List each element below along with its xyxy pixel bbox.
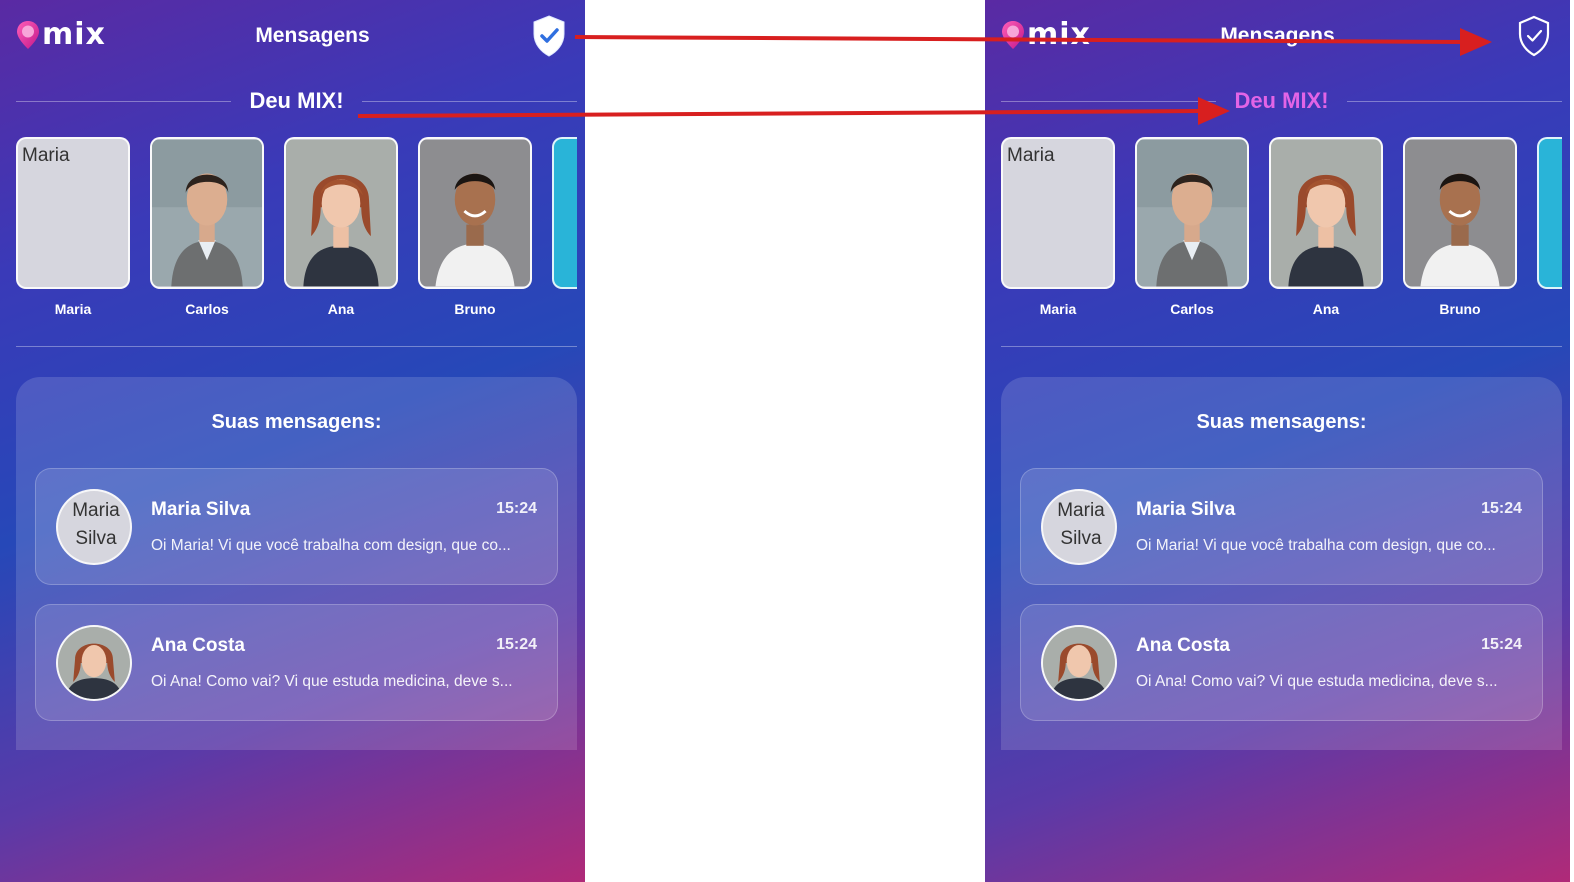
matches-heading: Deu MIX! bbox=[249, 88, 344, 113]
match-name: Bruno bbox=[1439, 301, 1481, 317]
divider bbox=[16, 100, 232, 102]
match-card[interactable]: Ana bbox=[284, 137, 398, 317]
match-photo bbox=[418, 137, 532, 289]
match-photo bbox=[1537, 137, 1562, 289]
match-photo: Maria bbox=[16, 137, 130, 289]
match-name: Ana bbox=[1312, 301, 1340, 317]
match-card[interactable]: Bruno bbox=[1403, 137, 1517, 317]
conversation-name: Maria Silva bbox=[1136, 499, 1236, 520]
conversation-time: 15:24 bbox=[496, 500, 537, 517]
match-name: Carlos bbox=[185, 301, 229, 317]
conversation-time: 15:24 bbox=[496, 636, 537, 653]
portrait-man-1 bbox=[152, 139, 262, 287]
conversation-item[interactable]: Maria Silva Maria Silva 15:24 Oi Maria! … bbox=[1020, 468, 1543, 585]
conversation-time: 15:24 bbox=[1481, 500, 1522, 517]
match-photo: Maria bbox=[1001, 137, 1115, 289]
match-photo bbox=[284, 137, 398, 289]
conversation-item[interactable]: Maria Silva Maria Silva 15:24 Oi Maria! … bbox=[35, 468, 558, 585]
messages-panel: Suas mensagens: Maria Silva Maria Silva … bbox=[16, 377, 577, 750]
top-bar: mix Mensagens bbox=[985, 0, 1570, 74]
match-name: Maria bbox=[54, 301, 92, 317]
match-name: Carlos bbox=[1170, 301, 1214, 317]
broken-image-alt: Maria Silva bbox=[1057, 500, 1105, 549]
shield-check-icon[interactable] bbox=[1516, 14, 1552, 58]
conversation-item[interactable]: Ana Costa 15:24 Oi Ana! Como vai? Vi que… bbox=[35, 604, 558, 721]
conversation-preview: Oi Ana! Como vai? Vi que estuda medicina… bbox=[1136, 673, 1498, 690]
match-card[interactable]: Bruno bbox=[418, 137, 532, 317]
portrait-woman-1 bbox=[286, 139, 396, 287]
top-bar: mix Mensagens bbox=[0, 0, 585, 74]
page-title: Mensagens bbox=[255, 24, 370, 47]
match-card-partial[interactable] bbox=[552, 137, 577, 289]
match-name: Bruno bbox=[454, 301, 496, 317]
match-photo bbox=[1135, 137, 1249, 289]
conversation-preview: Oi Ana! Como vai? Vi que estuda medicina… bbox=[151, 673, 513, 690]
conversation-preview: Oi Maria! Vi que você trabalha com desig… bbox=[1136, 537, 1496, 554]
broken-image-alt: Maria bbox=[1007, 145, 1055, 166]
messages-heading: Suas mensagens: bbox=[211, 411, 382, 433]
portrait-man-2 bbox=[1405, 139, 1515, 287]
matches-heading-row: Deu MIX! bbox=[1001, 86, 1562, 116]
messages-panel: Suas mensagens: Maria Silva Maria Silva … bbox=[1001, 377, 1562, 750]
divider bbox=[16, 346, 577, 347]
matches-carousel[interactable]: Maria Maria Carlos Ana Bruno bbox=[16, 137, 577, 322]
shield-check-icon[interactable] bbox=[531, 14, 567, 58]
conversation-name: Maria Silva bbox=[151, 499, 251, 520]
match-card[interactable]: Maria Maria bbox=[1001, 137, 1115, 317]
page-title: Mensagens bbox=[1220, 24, 1335, 47]
conversation-name: Ana Costa bbox=[1136, 635, 1230, 656]
match-name: Ana bbox=[327, 301, 355, 317]
conversation-preview: Oi Maria! Vi que você trabalha com desig… bbox=[151, 537, 511, 554]
matches-carousel[interactable]: Maria Maria Carlos Ana Bruno bbox=[1001, 137, 1562, 322]
conversation-item[interactable]: Ana Costa 15:24 Oi Ana! Como vai? Vi que… bbox=[1020, 604, 1543, 721]
avatar: Maria Silva bbox=[56, 489, 132, 565]
matches-heading-row: Deu MIX! bbox=[16, 86, 577, 116]
avatar-photo bbox=[58, 627, 130, 699]
divider bbox=[1001, 100, 1217, 102]
match-card[interactable]: Maria Maria bbox=[16, 137, 130, 317]
broken-image-alt: Maria bbox=[22, 145, 70, 166]
match-photo bbox=[1403, 137, 1517, 289]
divider bbox=[1001, 346, 1562, 347]
avatar bbox=[56, 625, 132, 701]
match-card[interactable]: Ana bbox=[1269, 137, 1383, 317]
match-photo bbox=[1269, 137, 1383, 289]
divider bbox=[1346, 100, 1562, 102]
match-card[interactable]: Carlos bbox=[150, 137, 264, 317]
portrait-man-2 bbox=[420, 139, 530, 287]
portrait-man-1 bbox=[1137, 139, 1247, 287]
matches-heading: Deu MIX! bbox=[1234, 88, 1329, 113]
divider bbox=[361, 100, 577, 102]
broken-image-alt: Maria Silva bbox=[72, 500, 120, 549]
match-name: Maria bbox=[1039, 301, 1077, 317]
messages-heading: Suas mensagens: bbox=[1196, 411, 1367, 433]
app-screen-before: mix Mensagens Deu MIX! Maria Maria Carlo… bbox=[0, 0, 585, 882]
portrait-woman-1 bbox=[1271, 139, 1381, 287]
avatar: Maria Silva bbox=[1041, 489, 1117, 565]
match-photo bbox=[150, 137, 264, 289]
avatar bbox=[1041, 625, 1117, 701]
match-card[interactable]: Carlos bbox=[1135, 137, 1249, 317]
conversation-time: 15:24 bbox=[1481, 636, 1522, 653]
app-screen-after: mix Mensagens Deu MIX! Maria Maria Carlo… bbox=[985, 0, 1570, 882]
avatar-photo bbox=[1043, 627, 1115, 699]
conversation-name: Ana Costa bbox=[151, 635, 245, 656]
match-card-partial[interactable] bbox=[1537, 137, 1562, 289]
match-photo bbox=[552, 137, 577, 289]
